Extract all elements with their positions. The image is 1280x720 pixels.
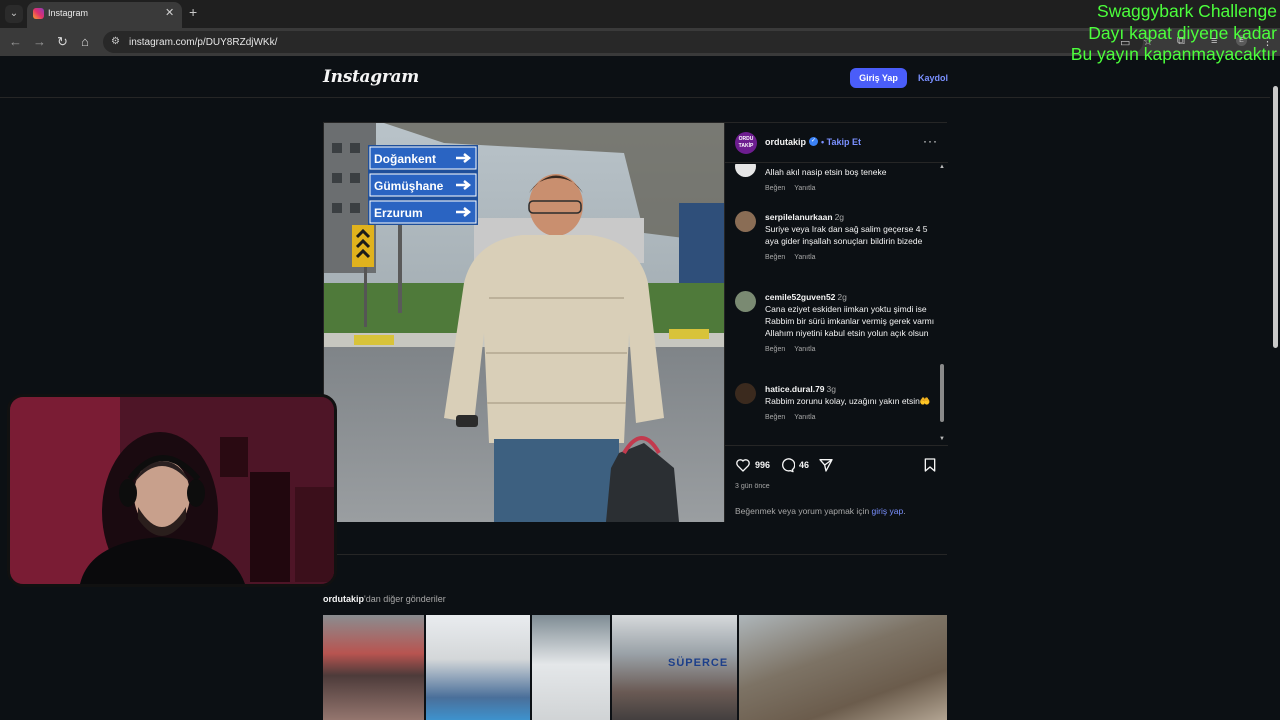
comment-time: 3g <box>826 384 836 394</box>
comments-scrollbar[interactable]: ▲ ▼ <box>938 164 946 445</box>
login-prompt-link[interactable]: giriş yap <box>872 506 904 516</box>
post-thumbnail[interactable] <box>739 615 947 720</box>
thumbnail-text: SÜPERCE <box>668 657 729 669</box>
section-divider <box>323 554 947 555</box>
comment-actions: Beğen Yanıtla <box>765 344 935 356</box>
comment-time: 2g <box>834 212 845 222</box>
comment-avatar[interactable] <box>735 211 756 232</box>
tab-title: Instagram <box>48 8 89 18</box>
page-scrollbar[interactable] <box>1270 56 1280 720</box>
comment-icon[interactable] <box>779 457 795 473</box>
comment-actions: Beğen Yanıtla <box>765 412 935 424</box>
post-time: 3 gün önce <box>735 483 770 490</box>
sign-dogankent: Doğankent <box>374 152 436 166</box>
instagram-logo[interactable]: Instagram <box>323 67 419 87</box>
signup-link[interactable]: Kaydol <box>918 73 948 83</box>
more-posts-grid: SÜPERCE <box>323 615 947 720</box>
reply-comment-link[interactable]: Yanıtla <box>794 254 815 261</box>
bookmark-icon[interactable] <box>922 457 938 473</box>
sign-erzurum: Erzurum <box>374 206 423 220</box>
post-header: ORDU TAKİP ordutakip ✓ • Takip Et ··· <box>725 123 948 163</box>
like-comment-link[interactable]: Beğen <box>765 414 785 421</box>
home-icon[interactable]: ⌂ <box>81 34 89 49</box>
like-comment-link[interactable]: Beğen <box>765 185 785 192</box>
comment-username[interactable]: cemile52guven52 <box>765 292 835 302</box>
comments-scroll-thumb[interactable] <box>940 364 944 422</box>
tab-close-icon[interactable]: ✕ <box>165 6 174 19</box>
comment-body: hatice.dural.79 3g Rabbim zorunu kolay, u… <box>765 383 935 424</box>
more-posts-account[interactable]: ordutakip <box>323 594 364 604</box>
reload-icon[interactable]: ↻ <box>57 34 68 50</box>
post-thumbnail[interactable] <box>323 615 424 720</box>
post-sidebar: ORDU TAKİP ordutakip ✓ • Takip Et ··· Al… <box>724 123 948 522</box>
comment-avatar[interactable] <box>735 164 756 177</box>
overlay-line: Bu yayın kapanmayacaktır <box>1070 44 1277 64</box>
login-prompt-text: Beğenmek veya yorum yapmak için <box>735 506 872 516</box>
account-avatar[interactable]: ORDU TAKİP <box>735 132 757 154</box>
site-info-icon[interactable]: ⚙ <box>111 36 120 47</box>
comment-count: 46 <box>799 460 810 470</box>
more-posts-suffix: 'dan diğer gönderiler <box>364 594 446 604</box>
login-prompt-period: . <box>903 506 906 516</box>
browser-tab[interactable]: Instagram ✕ <box>27 2 182 28</box>
heart-icon[interactable] <box>735 457 751 473</box>
comment-text: Suriye veya Irak dan sağ salim geçerse 4… <box>765 224 928 246</box>
instagram-favicon-icon <box>33 8 44 19</box>
comment-avatar[interactable] <box>735 383 756 404</box>
login-button[interactable]: Giriş Yap <box>850 68 907 88</box>
post-thumbnail[interactable] <box>532 615 610 720</box>
comment-username[interactable]: hatice.dural.79 <box>765 384 825 394</box>
verified-badge-icon: ✓ <box>809 137 818 146</box>
forward-icon[interactable]: → <box>33 34 46 49</box>
comment-body: Allah akıl nasip etsin boş teneke Beğen Y… <box>765 166 935 195</box>
account-name[interactable]: ordutakip <box>765 137 806 147</box>
scroll-down-icon[interactable]: ▼ <box>939 436 945 442</box>
comment-time: 2g <box>837 292 847 302</box>
comment-body: serpilelanurkaan 2g Suriye veya Irak dan … <box>765 211 935 264</box>
login-prompt: Beğenmek veya yorum yapmak için giriş ya… <box>735 506 906 516</box>
more-posts-heading: ordutakip'dan diğer gönderiler <box>323 594 446 604</box>
webcam-overlay <box>7 394 337 587</box>
post-thumbnail[interactable]: SÜPERCE <box>612 615 737 720</box>
new-tab-button[interactable]: + <box>189 4 197 20</box>
comment-username[interactable]: serpilelanurkaan <box>765 212 833 222</box>
address-bar[interactable]: ⚙ instagram.com/p/DUY8RZdjWKk/ ▭ ☆ <box>103 31 1153 53</box>
share-icon[interactable] <box>818 457 834 473</box>
reply-comment-link[interactable]: Yanıtla <box>794 185 815 192</box>
tab-list-button[interactable]: ⌄ <box>5 5 23 23</box>
overlay-line: Swaggybark Challenge <box>1097 1 1277 21</box>
overlay-line: Dayı kapat diyene kadar <box>1088 22 1277 43</box>
more-options-icon[interactable]: ··· <box>923 134 938 148</box>
comment-actions: Beğen Yanıtla <box>765 252 935 264</box>
scroll-up-icon[interactable]: ▲ <box>939 164 945 170</box>
instagram-page: Instagram Giriş Yap Kaydol Doğankent Güm… <box>0 56 1270 720</box>
like-comment-link[interactable]: Beğen <box>765 254 785 261</box>
webcam-feed <box>10 397 334 584</box>
post-card: Doğankent Gümüşhane Erzurum ORDU TAKİP o… <box>323 122 948 522</box>
comment-text: Rabbim zorunu kolay, uzağını yakın etsin… <box>765 396 931 406</box>
reply-comment-link[interactable]: Yanıtla <box>794 414 815 421</box>
page-scroll-thumb[interactable] <box>1273 86 1278 348</box>
comment-actions: Beğen Yanıtla <box>765 183 935 195</box>
url-text[interactable]: instagram.com/p/DUY8RZdjWKk/ <box>129 37 277 48</box>
follow-button[interactable]: • Takip Et <box>821 137 861 147</box>
post-photo[interactable]: Doğankent Gümüşhane Erzurum <box>324 123 724 522</box>
like-count: 996 <box>755 460 771 470</box>
comment-text: Cana eziyet eskiden iimkan yoktu şimdi i… <box>765 304 935 338</box>
reply-comment-link[interactable]: Yanıtla <box>794 346 815 353</box>
post-actions: 996 46 3 gün önce Beğenmek veya yorum ya… <box>725 447 948 522</box>
sign-gumushane: Gümüşhane <box>374 179 444 193</box>
comment-text: Allah akıl nasip etsin boş teneke <box>765 167 887 177</box>
back-icon[interactable]: ← <box>9 34 22 49</box>
like-comment-link[interactable]: Beğen <box>765 346 785 353</box>
post-photo-illustration: Doğankent Gümüşhane Erzurum <box>324 123 724 522</box>
stream-text-overlay: Swaggybark Challenge Dayı kapat diyene k… <box>1071 1 1277 66</box>
post-thumbnail[interactable] <box>426 615 530 720</box>
comment-avatar[interactable] <box>735 291 756 312</box>
comment-body: cemile52guven52 2g Cana eziyet eskiden ii… <box>765 291 935 356</box>
comments-list[interactable]: Allah akıl nasip etsin boş teneke Beğen Y… <box>725 164 948 446</box>
